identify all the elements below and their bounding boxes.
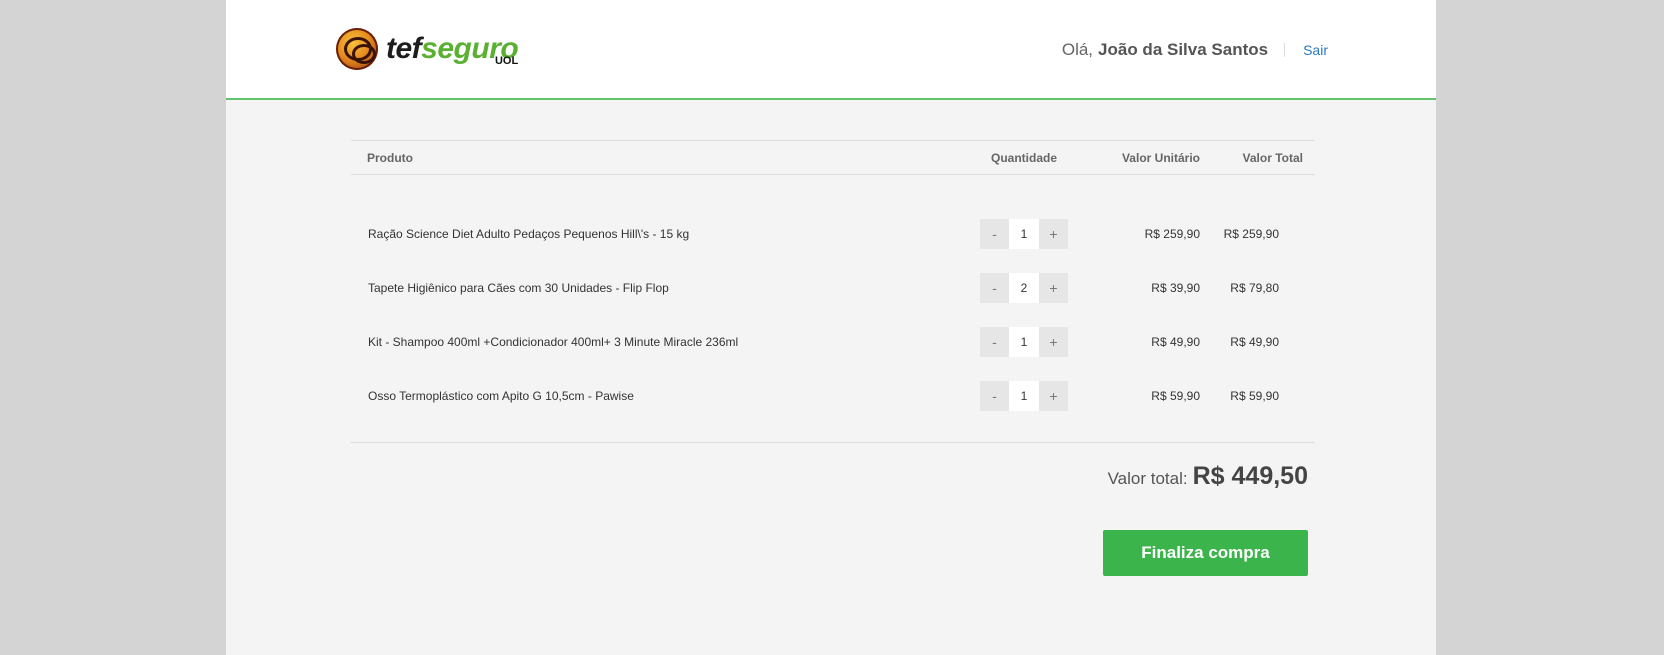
- header: tefseguro UOL Olá, João da Silva Santos …: [226, 0, 1436, 100]
- quantity-input[interactable]: [1009, 273, 1039, 303]
- column-header-quantity: Quantidade: [990, 150, 1057, 165]
- decrement-button[interactable]: -: [980, 273, 1009, 303]
- quantity-cell: - +: [968, 381, 1080, 411]
- logo-wordmark: tefseguro UOL: [386, 32, 519, 68]
- product-name: Kit - Shampoo 400ml +Condicionador 400ml…: [368, 335, 739, 349]
- greeting-text: Olá,: [1061, 40, 1094, 59]
- quantity-input[interactable]: [1009, 219, 1039, 249]
- line-total: R$ 59,90: [1230, 389, 1279, 403]
- column-header-total-price: Valor Total: [1242, 150, 1303, 165]
- logout-link[interactable]: Sair: [1303, 42, 1328, 58]
- increment-button[interactable]: +: [1039, 273, 1068, 303]
- table-row: Kit - Shampoo 400ml +Condicionador 400ml…: [351, 315, 1315, 369]
- unit-price: R$ 259,90: [1144, 227, 1200, 241]
- logo-uol-text: UOL: [494, 55, 519, 67]
- table-body: Ração Science Diet Adulto Pedaços Pequen…: [351, 175, 1315, 443]
- unit-price: R$ 39,90: [1151, 281, 1200, 295]
- decrement-button[interactable]: -: [980, 219, 1009, 249]
- increment-button[interactable]: +: [1039, 381, 1068, 411]
- quantity-cell: - +: [968, 219, 1080, 249]
- table-row: Osso Termoplástico com Apito G 10,5cm - …: [351, 369, 1315, 423]
- quantity-stepper: - +: [980, 219, 1068, 249]
- product-name: Osso Termoplástico com Apito G 10,5cm - …: [368, 389, 634, 403]
- unit-price: R$ 59,90: [1151, 389, 1200, 403]
- total-value: R$ 449,50: [1192, 462, 1308, 490]
- quantity-cell: - +: [968, 273, 1080, 303]
- product-name: Ração Science Diet Adulto Pedaços Pequen…: [368, 227, 690, 241]
- page-container: tefseguro UOL Olá, João da Silva Santos …: [226, 0, 1436, 655]
- tefseguro-logo[interactable]: tefseguro UOL: [336, 28, 519, 70]
- logo-emblem-icon: [336, 28, 378, 70]
- line-total: R$ 79,80: [1230, 281, 1279, 295]
- quantity-stepper: - +: [980, 273, 1068, 303]
- quantity-input[interactable]: [1009, 381, 1039, 411]
- order-summary: Valor total: R$ 449,50: [1108, 462, 1308, 491]
- unit-price: R$ 49,90: [1151, 335, 1200, 349]
- increment-button[interactable]: +: [1039, 327, 1068, 357]
- quantity-cell: - +: [968, 327, 1080, 357]
- user-area: Olá, João da Silva Santos Sair: [1062, 40, 1328, 60]
- line-total: R$ 259,90: [1223, 227, 1279, 241]
- table-row: Ração Science Diet Adulto Pedaços Pequen…: [351, 207, 1315, 261]
- header-divider: [1284, 43, 1286, 57]
- decrement-button[interactable]: -: [980, 381, 1009, 411]
- quantity-stepper: - +: [980, 381, 1068, 411]
- increment-button[interactable]: +: [1039, 219, 1068, 249]
- cart-table: Produto Quantidade Valor Unitário Valor …: [351, 140, 1315, 443]
- table-row: Tapete Higiênico para Cães com 30 Unidad…: [351, 261, 1315, 315]
- quantity-stepper: - +: [980, 327, 1068, 357]
- total-label: Valor total:: [1107, 469, 1188, 488]
- user-name: João da Silva Santos: [1098, 40, 1269, 59]
- table-header: Produto Quantidade Valor Unitário Valor …: [351, 140, 1315, 175]
- line-total: R$ 49,90: [1230, 335, 1279, 349]
- logo-tef-text: tef: [386, 32, 422, 65]
- quantity-input[interactable]: [1009, 327, 1039, 357]
- column-header-unit-price: Valor Unitário: [1121, 150, 1200, 165]
- product-name: Tapete Higiênico para Cães com 30 Unidad…: [368, 281, 669, 295]
- column-header-product: Produto: [367, 150, 413, 165]
- checkout-button[interactable]: Finaliza compra: [1103, 530, 1308, 576]
- decrement-button[interactable]: -: [980, 327, 1009, 357]
